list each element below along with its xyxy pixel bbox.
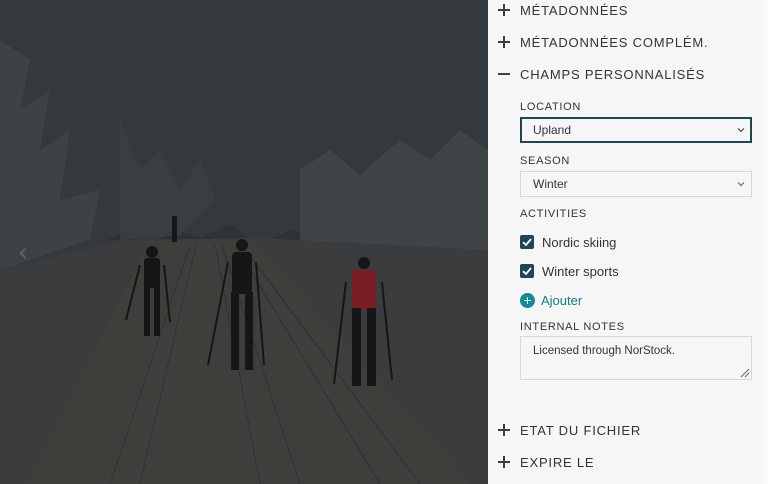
chevron-down-icon — [737, 128, 745, 133]
section-custom-fields-header[interactable]: CHAMPS PERSONNALISÉS — [488, 62, 764, 86]
section-title: ETAT DU FICHIER — [520, 422, 642, 438]
chevron-left-icon: ‹ — [17, 238, 29, 268]
checkbox-label: Nordic skiing — [542, 234, 617, 250]
location-label: LOCATION — [520, 101, 582, 113]
checkbox-checked-icon — [520, 235, 534, 249]
checkbox-label: Winter sports — [542, 263, 619, 279]
plus-icon — [497, 35, 511, 49]
add-label: Ajouter — [541, 292, 583, 308]
season-select[interactable]: Winter — [520, 171, 752, 197]
plus-circle-icon — [520, 292, 535, 308]
plus-icon — [497, 455, 511, 469]
activities-label: ACTIVITIES — [520, 208, 587, 220]
plus-icon — [497, 3, 511, 17]
chevron-down-icon — [737, 182, 745, 187]
sidebar-scrollbar[interactable] — [764, 0, 768, 484]
activity-checkbox-nordic-skiing[interactable]: Nordic skiing — [520, 233, 616, 251]
section-metadata-header[interactable]: MÉTADONNÉES — [488, 0, 764, 22]
internal-notes-textarea[interactable]: Licensed through NorStock. — [520, 336, 752, 380]
section-expires-header[interactable]: EXPIRE LE — [488, 450, 764, 474]
checkbox-checked-icon — [520, 264, 534, 278]
metadata-sidebar: MÉTADONNÉES MÉTADONNÉES COMPLÉM. CHAMPS … — [488, 0, 764, 484]
section-title: MÉTADONNÉES — [520, 2, 629, 18]
location-select[interactable]: Upland — [520, 117, 752, 143]
minus-icon — [497, 67, 511, 81]
section-title: EXPIRE LE — [520, 454, 595, 470]
season-label: SEASON — [520, 155, 571, 167]
section-file-status-header[interactable]: ETAT DU FICHIER — [488, 418, 764, 442]
internal-notes-label: INTERNAL NOTES — [520, 321, 625, 333]
image-preview: ‹ — [0, 0, 488, 484]
ski-photo — [0, 0, 488, 484]
add-activity-button[interactable]: Ajouter — [520, 291, 582, 309]
season-value: Winter — [533, 177, 568, 191]
plus-icon — [497, 423, 511, 437]
section-title: MÉTADONNÉES COMPLÉM. — [520, 34, 709, 50]
section-title: CHAMPS PERSONNALISÉS — [520, 66, 706, 82]
section-extra-metadata-header[interactable]: MÉTADONNÉES COMPLÉM. — [488, 30, 764, 54]
location-value: Upland — [533, 123, 572, 137]
previous-image-button[interactable]: ‹ — [14, 238, 32, 268]
resize-handle-icon[interactable] — [738, 366, 750, 378]
activity-checkbox-winter-sports[interactable]: Winter sports — [520, 262, 619, 280]
